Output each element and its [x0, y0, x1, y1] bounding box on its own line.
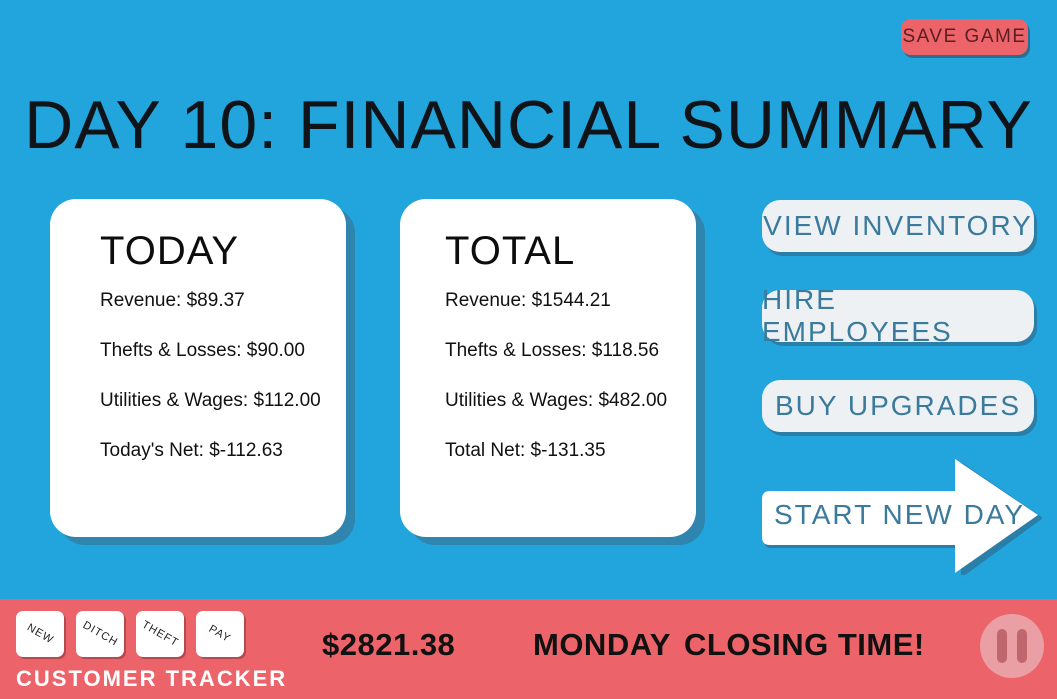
pause-icon-bar [1017, 629, 1027, 663]
total-heading: TOTAL [445, 229, 576, 273]
tracker-theft-button[interactable]: THEFT [136, 611, 184, 657]
tracker-new-label: NEW [24, 621, 56, 647]
today-summary-card: TODAY Revenue: $89.37 Thefts & Losses: $… [50, 199, 346, 537]
start-new-day-label: START NEW DAY [774, 499, 1026, 530]
hire-employees-button[interactable]: HIRE EMPLOYEES [762, 284, 1034, 347]
weekday-label: MONDAY [533, 627, 671, 662]
view-inventory-button[interactable]: VIEW INVENTORY [762, 200, 1034, 252]
today-heading: TODAY [100, 229, 240, 273]
status-bar: NEW DITCH THEFT PAY CUSTOMER TRACKER $28… [0, 599, 1057, 699]
total-revenue: Revenue: $1544.21 [445, 290, 611, 311]
total-utilities-wages: Utilities & Wages: $482.00 [445, 390, 668, 411]
save-game-button[interactable]: SAVE GAME [901, 19, 1028, 55]
buy-upgrades-button[interactable]: BUY UPGRADES [762, 380, 1034, 432]
tracker-ditch-label: DITCH [80, 619, 120, 649]
today-utilities-wages: Utilities & Wages: $112.00 [100, 390, 321, 411]
tracker-new-button[interactable]: NEW [16, 611, 64, 657]
total-net: Total Net: $-131.35 [445, 440, 606, 461]
today-revenue: Revenue: $89.37 [100, 290, 245, 311]
page-title: DAY 10: FINANCIAL SUMMARY [24, 87, 1033, 163]
tracker-ditch-button[interactable]: DITCH [76, 611, 124, 657]
tracker-pay-button[interactable]: PAY [196, 611, 244, 657]
start-new-day-button[interactable]: START NEW DAY [762, 459, 1042, 575]
today-thefts-losses: Thefts & Losses: $90.00 [100, 340, 305, 361]
customer-tracker-label: CUSTOMER TRACKER [16, 666, 288, 691]
time-status: CLOSING TIME! [684, 627, 925, 662]
pause-icon [997, 629, 1007, 663]
tracker-theft-label: THEFT [139, 618, 181, 650]
pause-button[interactable] [980, 614, 1044, 678]
total-summary-card: TOTAL Revenue: $1544.21 Thefts & Losses:… [400, 199, 696, 537]
tracker-pay-label: PAY [206, 622, 234, 646]
total-thefts-losses: Thefts & Losses: $118.56 [445, 340, 660, 361]
cash-balance: $2821.38 [322, 627, 456, 662]
today-net: Today's Net: $-112.63 [100, 440, 283, 461]
